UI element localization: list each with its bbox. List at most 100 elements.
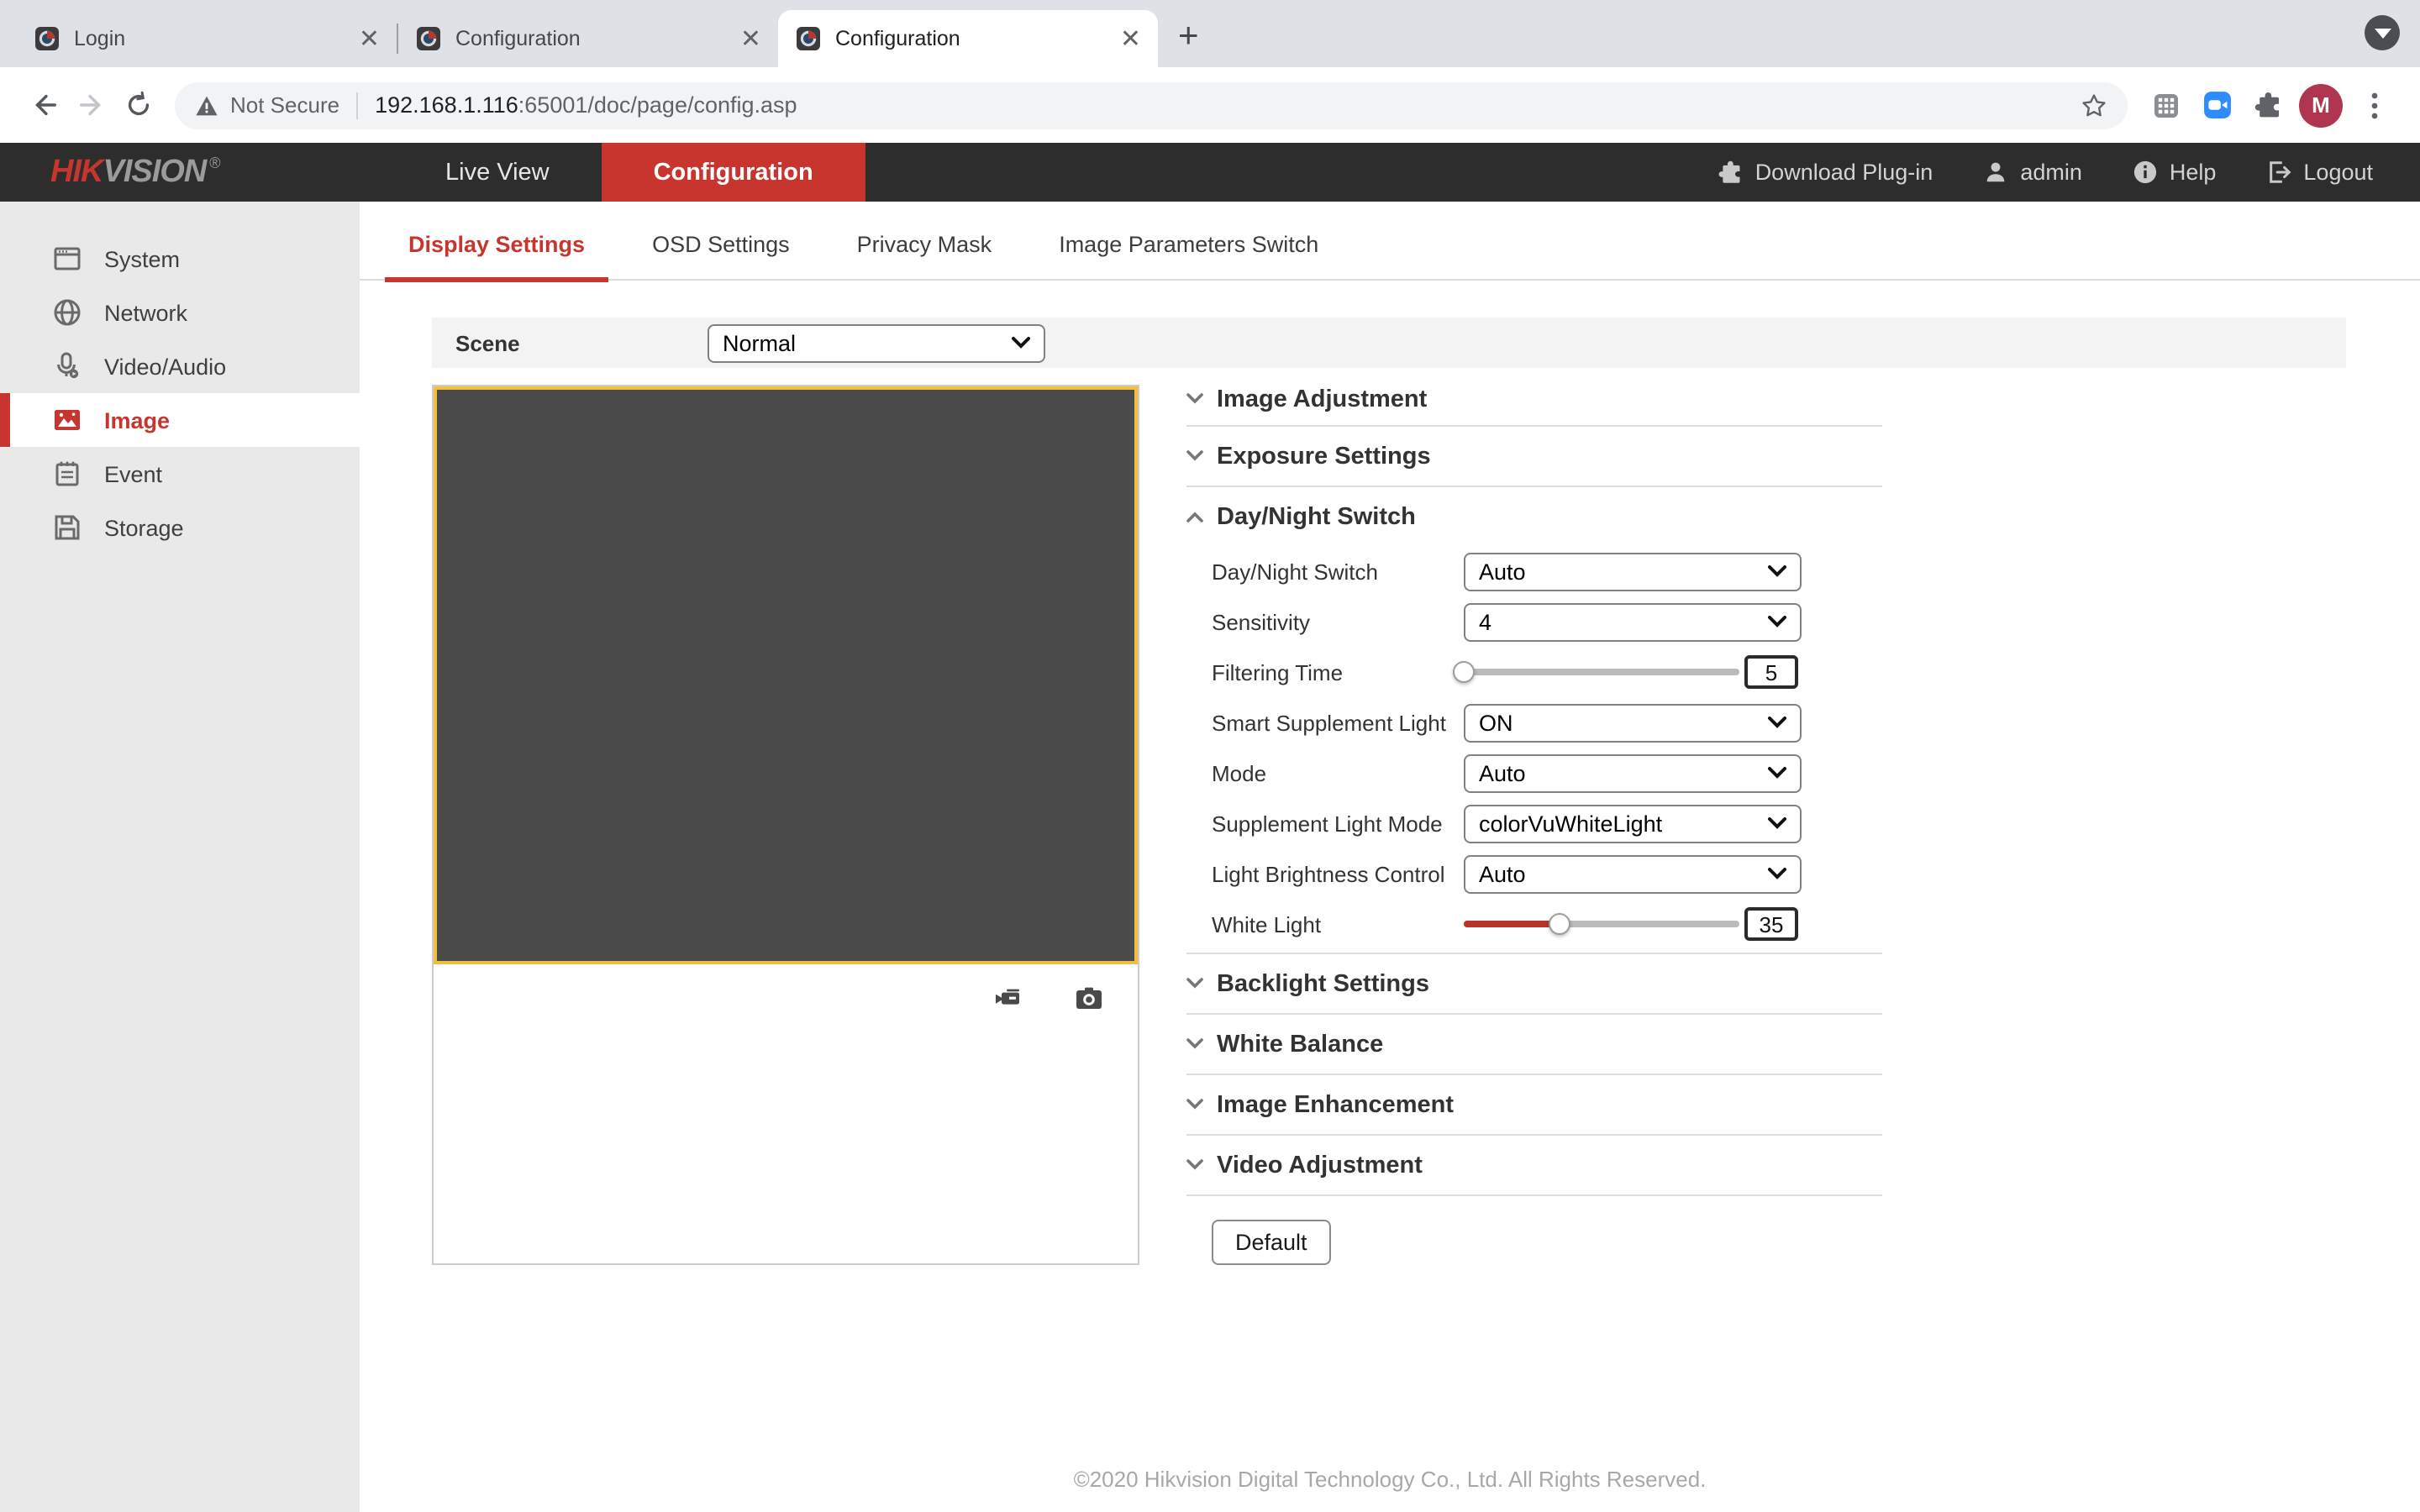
slider-track — [1464, 669, 1739, 675]
chevron-down-icon — [1768, 564, 1786, 578]
filtering-time-input[interactable]: 5 — [1744, 655, 1798, 689]
supplement-light-mode-select[interactable]: colorVuWhiteLight — [1464, 804, 1802, 843]
section-video-adjustment[interactable]: Video Adjustment — [1186, 1136, 1882, 1194]
chevron-up-icon — [1186, 510, 1203, 523]
filtering-time-slider[interactable] — [1464, 660, 1739, 684]
sidebar-item-label: Network — [104, 300, 187, 325]
address-bar[interactable]: Not Secure 192.168.1.116:65001/doc/page/… — [175, 81, 2128, 129]
page-body: System Network Video/Audio Image — [0, 202, 2420, 1512]
tab-search-chevron-icon[interactable] — [2365, 15, 2400, 50]
sidebar: System Network Video/Audio Image — [0, 202, 360, 1512]
logout-icon — [2266, 160, 2291, 185]
info-icon — [2133, 160, 2158, 185]
sidebar-item-label: Storage — [104, 515, 184, 540]
user-menu[interactable]: admin — [1983, 160, 2082, 185]
scene-label: Scene — [455, 330, 708, 355]
browser-tabstrip: Login ✕ Configuration ✕ Configuration ✕ … — [0, 0, 2420, 67]
chevron-down-icon — [1768, 766, 1786, 780]
white-light-input[interactable]: 35 — [1744, 907, 1798, 941]
main-content: Display Settings OSD Settings Privacy Ma… — [360, 202, 2420, 1512]
browser-toolbar: Not Secure 192.168.1.116:65001/doc/page/… — [0, 67, 2420, 143]
network-globe-icon — [52, 297, 82, 328]
zoom-extension-icon[interactable] — [2191, 91, 2242, 119]
logout-link[interactable]: Logout — [2266, 160, 2373, 185]
tab-privacy-mask[interactable]: Privacy Mask — [834, 232, 1016, 279]
app-utilities: Download Plug-in admin Help Logout — [1718, 143, 2373, 202]
chevron-down-icon — [1768, 867, 1786, 880]
light-brightness-control-select[interactable]: Auto — [1464, 854, 1802, 893]
profile-avatar[interactable]: M — [2299, 83, 2343, 127]
slider-track — [1464, 921, 1739, 927]
grid-extension-icon[interactable] — [2141, 92, 2191, 118]
sidebar-item-event[interactable]: Event — [0, 447, 360, 501]
default-button[interactable]: Default — [1212, 1220, 1331, 1265]
camera-favicon-icon — [34, 25, 60, 52]
section-image-enhancement[interactable]: Image Enhancement — [1186, 1075, 1882, 1134]
screen: Login ✕ Configuration ✕ Configuration ✕ … — [0, 0, 2420, 1512]
section-white-balance[interactable]: White Balance — [1186, 1015, 1882, 1074]
section-image-adjustment[interactable]: Image Adjustment — [1186, 375, 1882, 425]
back-icon[interactable] — [20, 91, 67, 119]
security-label: Not Secure — [230, 92, 339, 118]
divider — [1186, 1194, 1882, 1196]
slider-thumb[interactable] — [1549, 913, 1571, 935]
sidebar-item-system[interactable]: System — [0, 232, 360, 286]
sidebar-item-storage[interactable]: Storage — [0, 501, 360, 554]
slider-fill — [1464, 921, 1560, 927]
white-light-slider[interactable] — [1464, 912, 1739, 936]
chevron-down-icon — [1768, 615, 1786, 628]
close-icon[interactable]: ✕ — [740, 26, 761, 51]
section-exposure-settings[interactable]: Exposure Settings — [1186, 427, 1882, 486]
day-night-switch-select[interactable]: Auto — [1464, 552, 1802, 591]
sidebar-item-network[interactable]: Network — [0, 286, 360, 339]
chevron-down-icon — [1186, 1098, 1203, 1111]
form-row: Light Brightness Control Auto — [1186, 848, 1882, 899]
form-row: Supplement Light Mode colorVuWhiteLight — [1186, 798, 1882, 848]
download-plugin-link[interactable]: Download Plug-in — [1718, 160, 1933, 185]
chevron-down-icon — [1186, 977, 1203, 990]
browser-menu-kebab-icon[interactable] — [2349, 92, 2400, 118]
chevron-down-icon — [1186, 1037, 1203, 1051]
browser-tab-configuration-2[interactable]: Configuration ✕ — [778, 10, 1158, 67]
tab-image-parameters-switch[interactable]: Image Parameters Switch — [1035, 232, 1342, 279]
section-backlight-settings[interactable]: Backlight Settings — [1186, 954, 1882, 1013]
sidebar-item-image[interactable]: Image — [0, 393, 360, 447]
scene-select[interactable]: Normal — [708, 323, 1045, 362]
browser-tab-configuration-1[interactable]: Configuration ✕ — [398, 10, 778, 67]
sidebar-item-label: Image — [104, 407, 170, 433]
image-picture-icon — [52, 405, 82, 435]
tab-display-settings[interactable]: Display Settings — [385, 232, 608, 279]
close-icon[interactable]: ✕ — [1120, 26, 1141, 51]
microphone-icon — [52, 351, 82, 381]
form-row: White Light 35 — [1186, 899, 1882, 949]
bookmark-star-icon[interactable] — [2081, 92, 2107, 118]
video-preview-area — [434, 386, 1138, 964]
record-video-icon[interactable] — [993, 982, 1023, 1012]
forward-icon[interactable] — [67, 91, 114, 119]
app-header: HIKVISION® Live View Configuration Downl… — [0, 143, 2420, 202]
new-tab-button[interactable]: + — [1178, 18, 1199, 54]
reload-icon[interactable] — [114, 91, 161, 119]
close-icon[interactable]: ✕ — [359, 26, 380, 51]
chevron-down-icon — [1186, 1158, 1203, 1172]
tab-osd-settings[interactable]: OSD Settings — [629, 232, 813, 279]
tab-title: Configuration — [455, 27, 727, 50]
nav-live-view[interactable]: Live View — [393, 143, 602, 202]
plugin-puzzle-icon — [1718, 160, 1744, 185]
not-secure-warning-icon[interactable] — [195, 93, 218, 117]
form-row: Filtering Time 5 — [1186, 647, 1882, 697]
extensions-puzzle-icon[interactable] — [2242, 91, 2292, 119]
mode-select[interactable]: Auto — [1464, 753, 1802, 792]
smart-supplement-light-select[interactable]: ON — [1464, 703, 1802, 742]
section-day-night-switch[interactable]: Day/Night Switch — [1186, 487, 1882, 546]
sidebar-item-label: Event — [104, 461, 162, 486]
help-link[interactable]: Help — [2133, 160, 2217, 185]
browser-tab-login[interactable]: Login ✕ — [17, 10, 397, 67]
nav-configuration[interactable]: Configuration — [602, 143, 865, 202]
snapshot-camera-icon[interactable] — [1074, 982, 1104, 1012]
sidebar-item-video-audio[interactable]: Video/Audio — [0, 339, 360, 393]
slider-thumb[interactable] — [1453, 661, 1475, 683]
sensitivity-select[interactable]: 4 — [1464, 602, 1802, 641]
copyright-footer: ©2020 Hikvision Digital Technology Co., … — [360, 1467, 2420, 1492]
form-row: Sensitivity 4 — [1186, 596, 1882, 647]
